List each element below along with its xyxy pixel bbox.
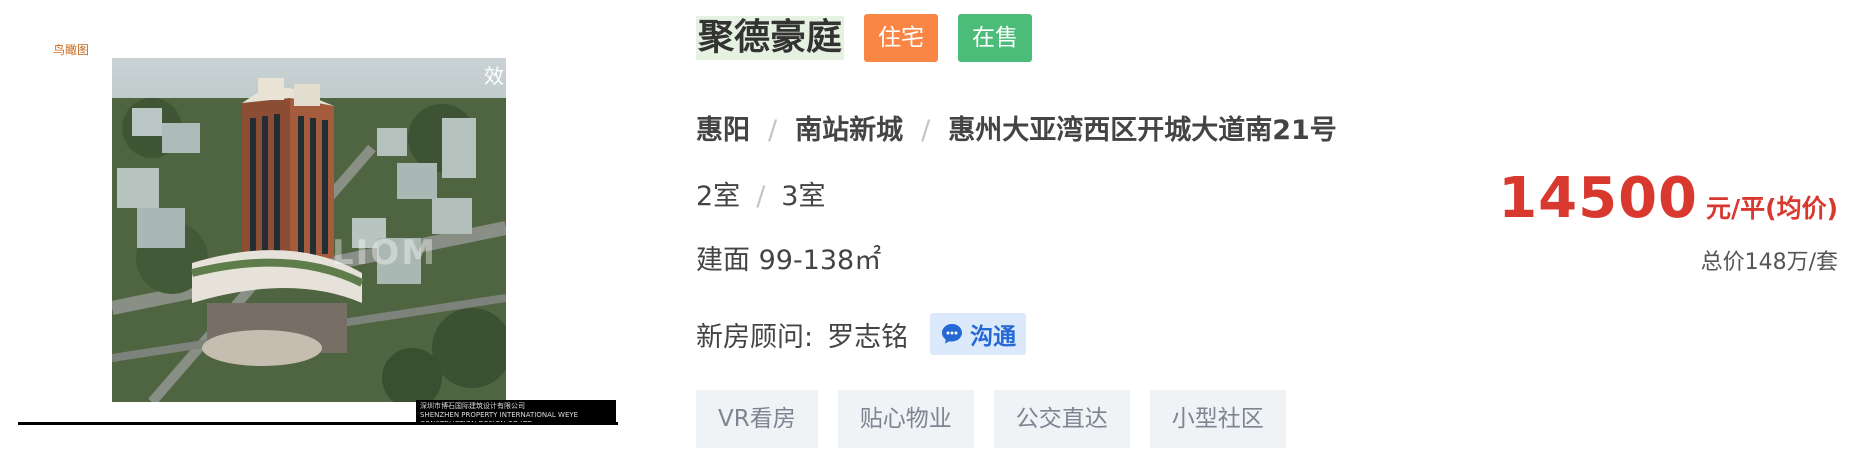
location-area[interactable]: 南站新城 bbox=[795, 115, 903, 146]
title-row: 聚德豪庭 住宅 在售 bbox=[696, 14, 1033, 62]
separator: / bbox=[756, 181, 766, 212]
chat-bubble-icon bbox=[942, 324, 963, 344]
room-types: 2室 / 3室 bbox=[696, 174, 825, 213]
chat-button[interactable]: 沟通 bbox=[930, 313, 1027, 355]
image-baseline bbox=[18, 422, 618, 425]
feature-tags: VR看房 贴心物业 公交直达 小型社区 bbox=[696, 390, 1306, 448]
location-breadcrumb: 惠阳 / 南站新城 / 惠州大亚湾西区开城大道南21号 bbox=[696, 108, 1337, 147]
location-address: 惠州大亚湾西区开城大道南21号 bbox=[948, 115, 1337, 146]
price-unit: 元/平(均价) bbox=[1706, 194, 1838, 223]
aerial-rendering-graphic bbox=[112, 58, 506, 402]
caption-line-2: SHENZHEN PROPERTY INTERNATIONAL WEYE CON… bbox=[420, 411, 579, 422]
average-price: 14500 元/平(均价) bbox=[1498, 166, 1838, 231]
image-type-badge: 鸟瞰图 bbox=[53, 43, 90, 57]
caption-line-1: 深圳市博石国际建筑设计有限公司 bbox=[420, 402, 525, 410]
aerial-rendering: 效 LIOM bbox=[112, 58, 506, 402]
feature-tag-property: 贴心物业 bbox=[837, 390, 974, 448]
listing-title[interactable]: 聚德豪庭 bbox=[696, 16, 845, 60]
feature-tag-vr: VR看房 bbox=[696, 390, 818, 448]
tag-residential: 住宅 bbox=[864, 14, 939, 62]
advisor-name: 罗志铭 bbox=[827, 321, 909, 353]
image-caption: 深圳市博石国际建筑设计有限公司 SHENZHEN PROPERTY INTERN… bbox=[416, 400, 616, 422]
advisor-row: 新房顾问: 罗志铭 沟通 bbox=[696, 313, 1027, 355]
room-type-3: 3室 bbox=[781, 181, 826, 212]
separator: / bbox=[921, 115, 931, 146]
project-image[interactable]: 鸟瞰图 效 LIOM 深圳市博石国际建筑设计有限公司 SHENZHEN PROP… bbox=[18, 38, 618, 425]
location-district[interactable]: 惠阳 bbox=[696, 115, 750, 146]
image-watermark: LIOM bbox=[332, 233, 438, 273]
separator: / bbox=[768, 115, 778, 146]
feature-tag-transit: 公交直达 bbox=[993, 390, 1130, 448]
corner-glyph: 效 bbox=[484, 64, 504, 88]
price-value: 14500 bbox=[1498, 166, 1699, 231]
tag-on-sale: 在售 bbox=[958, 14, 1033, 62]
floor-area: 建面 99-138㎡ bbox=[696, 245, 882, 276]
advisor-label: 新房顾问: bbox=[696, 321, 814, 353]
room-type-2: 2室 bbox=[696, 181, 741, 212]
total-price: 总价148万/套 bbox=[1700, 250, 1838, 275]
chat-label: 沟通 bbox=[970, 324, 1017, 350]
feature-tag-community: 小型社区 bbox=[1149, 390, 1286, 448]
